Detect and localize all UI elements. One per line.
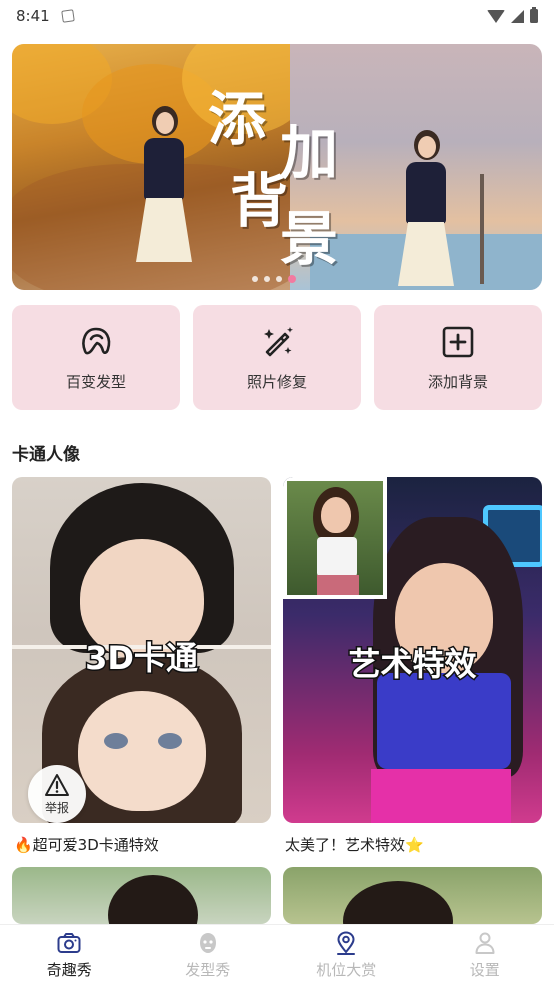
quick-actions: 百变发型 照片修复 添加背景 xyxy=(12,305,542,410)
hairstyle-button[interactable]: 百变发型 xyxy=(12,305,180,410)
nav-tab-hairstyle[interactable]: 发型秀 xyxy=(139,925,278,984)
report-label: 举报 xyxy=(44,800,69,815)
hair-icon xyxy=(82,327,111,355)
location-pin-icon xyxy=(337,930,356,955)
magic-wand-icon xyxy=(264,327,293,357)
status-icons xyxy=(487,7,538,23)
face-icon xyxy=(199,932,216,953)
battery-icon xyxy=(530,7,538,23)
card-overlay-title: 艺术特效 xyxy=(347,644,478,685)
section-title: 卡通人像 xyxy=(12,445,80,465)
carousel-indicator xyxy=(252,275,296,283)
photo-restore-label: 照片修复 xyxy=(246,373,307,391)
template-card-partial[interactable] xyxy=(12,867,271,924)
banner-carousel[interactable]: 添 加 背 景 xyxy=(12,44,542,290)
signal-icon xyxy=(511,9,524,23)
nav-tab-photo-spots[interactable]: 机位大赏 xyxy=(277,925,416,984)
add-background-label: 添加背景 xyxy=(427,373,488,391)
card-caption-3d-cartoon[interactable]: 🔥超可爱3D卡通特效 xyxy=(14,834,159,855)
banner-person-right xyxy=(394,130,458,290)
nav-tab-fun-show[interactable]: 奇趣秀 xyxy=(0,925,139,984)
template-card-3d-cartoon[interactable]: 3D卡通 举报 xyxy=(12,477,271,823)
hairstyle-label: 百变发型 xyxy=(65,373,126,391)
carousel-dot[interactable] xyxy=(264,276,270,282)
person-icon xyxy=(475,932,495,954)
wifi-icon xyxy=(487,9,505,23)
nav-label: 发型秀 xyxy=(185,960,231,979)
carousel-dot[interactable] xyxy=(252,276,258,282)
report-button[interactable]: 举报 xyxy=(28,765,86,823)
nav-label: 设置 xyxy=(469,960,500,979)
nav-label: 机位大赏 xyxy=(316,960,377,979)
template-card-art-effect[interactable]: 艺术特效 xyxy=(283,477,542,823)
warning-icon xyxy=(45,773,69,796)
nav-label: 奇趣秀 xyxy=(46,960,92,979)
template-card-partial[interactable] xyxy=(283,867,542,924)
add-background-button[interactable]: 添加背景 xyxy=(374,305,542,410)
banner-title-char-1: 添 xyxy=(208,85,273,153)
camera-icon xyxy=(57,932,81,953)
notification-icon xyxy=(60,9,75,23)
banner-title-char-4: 景 xyxy=(280,205,345,273)
bottom-nav: 奇趣秀 发型秀 机位大赏 设置 xyxy=(0,924,554,984)
status-time: 8:41 xyxy=(16,7,50,25)
status-bar: 8:41 xyxy=(0,0,554,32)
card-caption-art-effect[interactable]: 太美了！艺术特效⭐ xyxy=(285,834,424,855)
photo-restore-button[interactable]: 照片修复 xyxy=(193,305,361,410)
nav-tab-settings[interactable]: 设置 xyxy=(416,925,554,984)
add-square-icon xyxy=(442,326,474,358)
banner-person-left xyxy=(132,106,196,276)
carousel-dot-active[interactable] xyxy=(288,275,296,283)
card-overlay-title: 3D卡通 xyxy=(84,638,200,679)
carousel-dot[interactable] xyxy=(276,276,282,282)
